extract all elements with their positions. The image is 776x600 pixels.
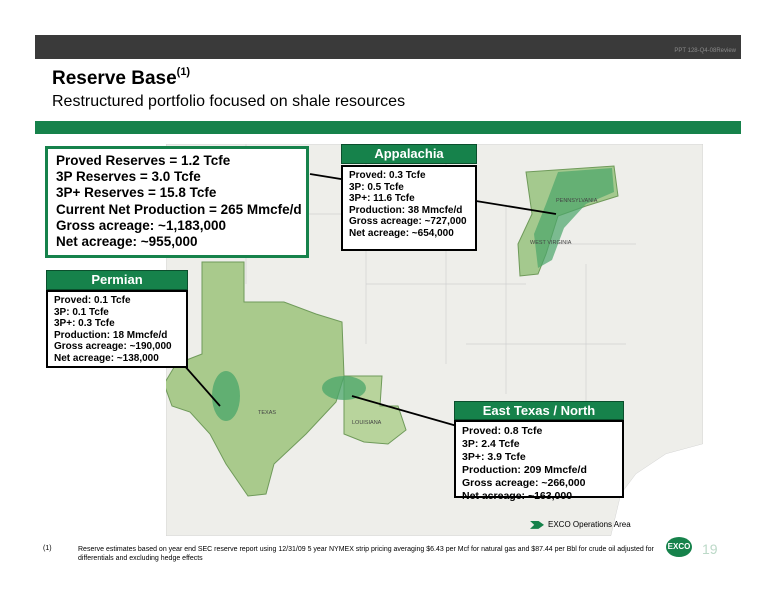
map-label-pennsylvania: PENNSYLVANIA	[556, 198, 598, 204]
header-bar	[35, 35, 741, 59]
region-line: Proved: 0.3 Tcfe	[349, 170, 426, 181]
region-line: 3P: 0.1 Tcfe	[54, 306, 109, 318]
page-number: 19	[702, 541, 718, 557]
region-line: Gross acreage: ~266,000	[462, 477, 586, 489]
region-line: 3P+: 3.9 Tcfe	[462, 451, 526, 463]
region-line: Gross acreage: ~190,000	[54, 341, 172, 352]
reserves-summary-box: Proved Reserves = 1.2 Tcfe 3P Reserves =…	[45, 146, 309, 258]
map-label-louisiana: LOUISIANA	[352, 420, 382, 426]
legend-label: EXCO Operations Area	[548, 520, 631, 529]
region-line: 3P: 2.4 Tcfe	[462, 438, 520, 450]
region-line: Production: 18 Mmcfe/d	[54, 329, 168, 341]
exco-operations-arrow-icon	[530, 520, 544, 529]
region-line: Proved: 0.8 Tcfe	[462, 425, 543, 437]
region-tab-permian: Permian	[46, 270, 188, 290]
map-label-west-virginia: WEST VIRGINIA	[530, 240, 572, 246]
region-line: Net acreage: ~138,000	[54, 352, 159, 364]
map-legend: EXCO Operations Area	[530, 517, 690, 533]
region-tab-east-texas: East Texas / North Louisiana	[454, 401, 624, 436]
page-subtitle: Restructured portfolio focused on shale …	[52, 93, 406, 110]
region-line: 3P+: 0.3 Tcfe	[54, 318, 115, 329]
region-line: Net acreage: ~163,000	[462, 490, 573, 502]
region-box-permian: Proved: 0.1 Tcfe 3P: 0.1 Tcfe 3P+: 0.3 T…	[46, 290, 188, 368]
region-box-east-texas: Proved: 0.8 Tcfe 3P: 2.4 Tcfe 3P+: 3.9 T…	[454, 420, 624, 502]
map-label-texas: TEXAS	[258, 410, 276, 416]
region-line: Gross acreage: ~727,000	[349, 216, 467, 227]
region-line: Production: 209 Mmcfe/d	[462, 464, 587, 476]
footnote-number: (1)	[43, 545, 52, 552]
region-tab-appalachia: Appalachia	[341, 144, 477, 164]
summary-line: 3P+ Reserves = 15.8 Tcfe	[56, 185, 217, 201]
document-code: PPT 128-Q4-08Review	[674, 48, 736, 54]
page-title: Reserve Base(1)	[52, 66, 191, 90]
footnote-text: Reserve estimates based on year end SEC …	[78, 546, 654, 562]
region-line: Proved: 0.1 Tcfe	[54, 295, 131, 306]
summary-line: Net acreage: ~955,000	[56, 234, 198, 250]
region-line: Production: 38 Mmcfe/d	[349, 204, 463, 216]
header-rule	[35, 121, 741, 134]
ops-area-east-texas	[322, 376, 366, 400]
title-footnote-ref: (1)	[176, 66, 191, 78]
summary-line: Gross acreage: ~1,183,000	[56, 217, 226, 233]
exco-logo: EXCO	[666, 537, 692, 557]
summary-line: Proved Reserves = 1.2 Tcfe	[56, 153, 231, 168]
summary-line: Current Net Production = 265 Mmcfe/d	[56, 201, 302, 217]
region-line: Net acreage: ~654,000	[349, 227, 454, 239]
region-line: 3P: 0.5 Tcfe	[349, 181, 404, 193]
region-box-appalachia: Proved: 0.3 Tcfe 3P: 0.5 Tcfe 3P+: 11.6 …	[341, 165, 477, 251]
ops-area-permian	[212, 371, 240, 421]
region-line: 3P+: 11.6 Tcfe	[349, 193, 415, 204]
title-text: Reserve Base	[52, 68, 177, 89]
summary-line: 3P Reserves = 3.0 Tcfe	[56, 169, 201, 185]
